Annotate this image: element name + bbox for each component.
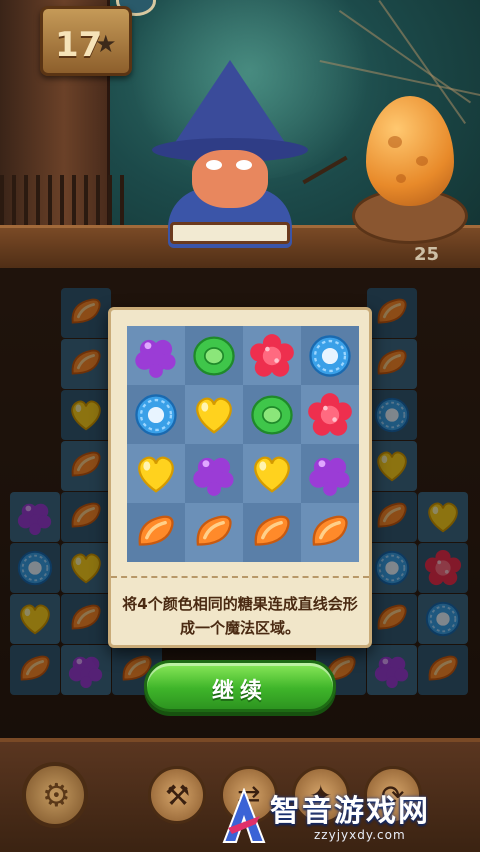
demo-cell — [185, 385, 243, 444]
star-icon: ★ — [95, 30, 117, 58]
wizard-hat — [170, 60, 290, 150]
red-flower-candy-icon — [308, 393, 352, 436]
green-ring-candy-icon — [193, 336, 235, 376]
tutorial-demo-grid — [127, 326, 359, 562]
yellow-heart-candy-icon — [254, 456, 290, 493]
wizard-face — [192, 150, 268, 208]
watermark-url: zzyjyxdy.com — [314, 828, 406, 842]
ship-rail — [0, 175, 130, 227]
orange-candy-icon — [196, 515, 232, 546]
demo-cell — [127, 503, 185, 562]
continue-label: 继续 — [211, 679, 268, 704]
watermark-name: 智音游戏网 — [270, 794, 430, 829]
moves-counter: 25 — [414, 244, 440, 265]
purple-grape-candy-icon — [193, 457, 234, 496]
site-watermark: 智音游戏网 zzyjyxdy.com — [222, 784, 480, 850]
orange-candy-icon — [254, 515, 290, 546]
blue-ring-candy-icon — [135, 394, 177, 436]
green-ring-candy-icon — [251, 395, 293, 435]
game-scene: 17 ★ 25 — [0, 0, 480, 270]
demo-cell — [301, 385, 359, 444]
demo-cell — [127, 444, 185, 503]
card-divider — [111, 576, 369, 578]
booster-hammer[interactable]: ⚒ — [148, 766, 206, 824]
gear-icon: ⚙ — [42, 776, 71, 814]
blue-ring-candy-icon — [309, 335, 351, 377]
purple-grape-candy-icon — [309, 457, 350, 496]
demo-cell — [243, 326, 301, 385]
demo-cell — [127, 385, 185, 444]
demo-cell — [301, 503, 359, 562]
demo-cell — [185, 503, 243, 562]
purple-grape-candy-icon — [135, 339, 176, 378]
orange-candy-icon — [312, 515, 348, 546]
yellow-heart-candy-icon — [138, 456, 174, 493]
demo-cell — [301, 326, 359, 385]
hammer-icon: ⚒ — [165, 779, 191, 812]
continue-button[interactable]: 继续 — [144, 660, 336, 712]
demo-cell — [185, 444, 243, 503]
level-badge: 17 ★ — [40, 6, 132, 76]
demo-cell — [243, 503, 301, 562]
demo-cell — [243, 385, 301, 444]
orange-candy-icon — [138, 515, 174, 546]
demo-cell — [127, 326, 185, 385]
yellow-heart-candy-icon — [196, 397, 232, 434]
spell-book — [170, 222, 290, 244]
tutorial-card: 将4个颜色相同的糖果连成直线会形成一个魔法区域。 — [108, 307, 372, 648]
tutorial-text: 将4个颜色相同的糖果连成直线会形成一个魔法区域。 — [122, 595, 358, 637]
demo-cell — [301, 444, 359, 503]
demo-cell — [185, 326, 243, 385]
wizard-character — [150, 60, 310, 248]
red-flower-candy-icon — [250, 334, 294, 377]
settings-button[interactable]: ⚙ — [22, 762, 88, 828]
watermark-logo-icon — [222, 788, 266, 843]
demo-cell — [243, 444, 301, 503]
